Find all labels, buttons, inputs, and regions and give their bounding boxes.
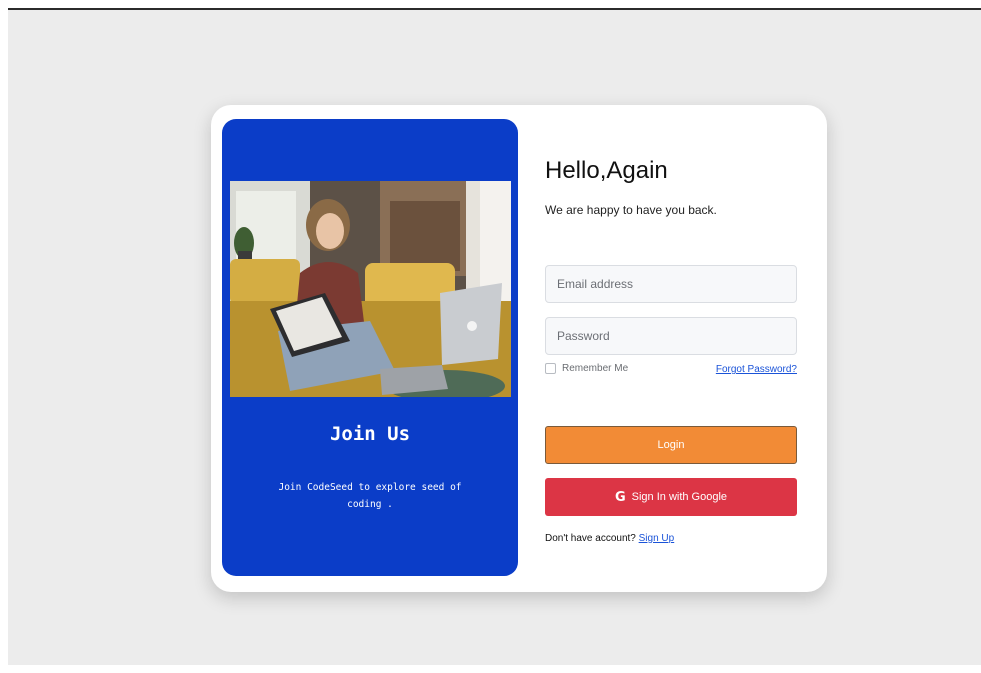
forgot-password-link[interactable]: Forgot Password?: [716, 364, 797, 375]
no-account-text: Don't have account?: [545, 533, 636, 544]
login-form: Hello,Again We are happy to have you bac…: [545, 105, 800, 592]
login-button-label: Login: [657, 439, 685, 451]
greeting-heading: Hello,Again: [545, 157, 668, 184]
google-signin-label: Sign In with Google: [631, 491, 728, 503]
google-signin-button[interactable]: G Sign In with Google: [545, 478, 797, 516]
remember-me-checkbox[interactable]: [545, 363, 556, 374]
signup-prompt: Don't have account? Sign Up: [545, 533, 674, 544]
email-field[interactable]: [545, 265, 797, 303]
remember-me[interactable]: Remember Me: [545, 363, 628, 374]
remember-me-label: Remember Me: [562, 363, 629, 374]
hero-image: [230, 181, 511, 397]
join-description: Join CodeSeed to explore seed of coding …: [278, 482, 462, 510]
signup-link[interactable]: Sign Up: [639, 533, 675, 544]
login-button[interactable]: Login: [545, 426, 797, 464]
google-icon: G: [614, 489, 626, 505]
password-field[interactable]: [545, 317, 797, 355]
join-title: Join Us: [329, 423, 411, 445]
greeting-subtitle: We are happy to have you back.: [545, 203, 717, 217]
woman-with-laptop-illustration: [230, 181, 511, 397]
login-card: Join Us Join CodeSeed to explore seed of…: [211, 105, 827, 592]
join-panel: Join Us Join CodeSeed to explore seed of…: [222, 119, 518, 576]
page-background: Join Us Join CodeSeed to explore seed of…: [8, 8, 981, 665]
